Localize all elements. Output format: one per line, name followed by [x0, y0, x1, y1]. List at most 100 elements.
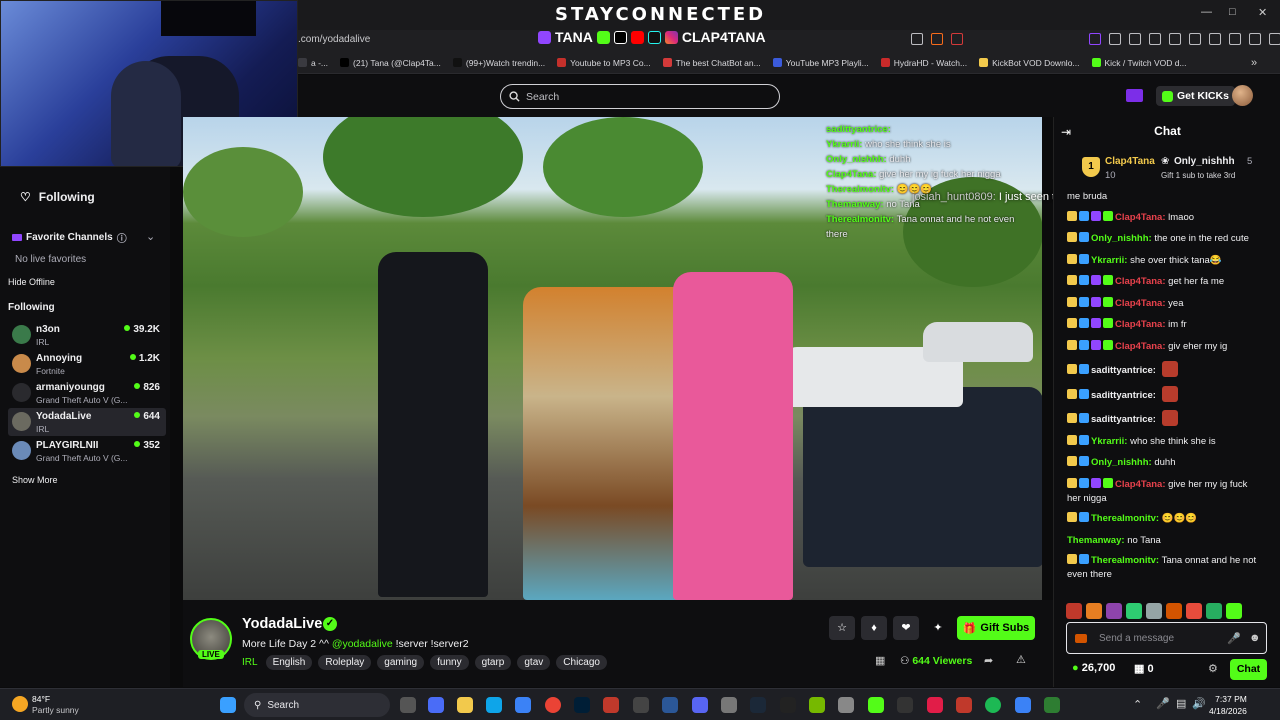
chat-username[interactable]: Clap4Tana:: [1115, 276, 1166, 287]
chevron-down-icon[interactable]: ⌄: [146, 230, 155, 243]
send-chat-button[interactable]: Chat: [1230, 659, 1267, 680]
vpn-icon[interactable]: [1249, 33, 1261, 45]
chat-username[interactable]: sadittyantrice:: [1091, 365, 1156, 376]
app-icon[interactable]: [515, 697, 531, 713]
rewards-icon[interactable]: [951, 33, 963, 45]
app-icon[interactable]: [897, 697, 913, 713]
streamer-name[interactable]: YodadaLive: [242, 616, 322, 632]
sidebar-channel-playgirlnii[interactable]: PLAYGIRLNII Grand Theft Auto V (G... 352: [8, 437, 166, 465]
menu-icon[interactable]: [1269, 33, 1280, 45]
user-avatar[interactable]: [1232, 85, 1253, 106]
mic-icon[interactable]: 🎤: [1156, 697, 1170, 710]
puzzle-icon[interactable]: [1149, 33, 1161, 45]
emote-icon[interactable]: [1146, 603, 1162, 619]
maximize-icon[interactable]: □: [1229, 6, 1236, 18]
minimize-icon[interactable]: —: [1201, 6, 1212, 18]
capture-icon[interactable]: [1129, 33, 1141, 45]
chat-username[interactable]: Clap4Tana:: [1115, 319, 1166, 330]
emoji-icon[interactable]: ☻: [1249, 632, 1261, 644]
volume-icon[interactable]: 🔊: [1192, 697, 1206, 710]
wallet-icon[interactable]: [1209, 33, 1221, 45]
stream-tag[interactable]: Chicago: [556, 655, 607, 670]
stream-tag[interactable]: gaming: [377, 655, 425, 670]
emote-icon[interactable]: [1066, 603, 1082, 619]
stream-tag[interactable]: gtarp: [474, 655, 512, 670]
chat-username[interactable]: Clap4Tana:: [1115, 341, 1166, 352]
bookmark-item[interactable]: (99+)Watch trendin...: [452, 58, 545, 68]
explorer-icon[interactable]: [457, 697, 473, 713]
app-icon[interactable]: [1044, 697, 1060, 713]
url-text[interactable]: .com/yodadalive: [298, 34, 370, 45]
chat-message-input[interactable]: [1087, 632, 1207, 644]
gift-cta[interactable]: Gift 1 sub to take 3rd: [1161, 171, 1235, 180]
gift-subs-button[interactable]: 🎁 Gift Subs: [957, 616, 1035, 640]
chat-username[interactable]: Clap4Tana:: [1115, 298, 1166, 309]
notify-button[interactable]: ♦: [861, 616, 887, 640]
task-view-icon[interactable]: [400, 697, 416, 713]
emote-icon[interactable]: [1166, 603, 1182, 619]
stream-tag[interactable]: English: [265, 655, 313, 670]
brave-shield-icon[interactable]: [931, 33, 943, 45]
bookmark-item[interactable]: KickBot VOD Downlo...: [979, 58, 1080, 68]
favorite-button[interactable]: ☆: [829, 616, 855, 640]
network-icon[interactable]: ▤: [1176, 697, 1186, 710]
chat-username[interactable]: sadittyantrice:: [1091, 414, 1156, 425]
following-nav[interactable]: ♡ Following: [20, 190, 95, 204]
chat-username[interactable]: Clap4Tana:: [1115, 479, 1166, 490]
chrome-icon[interactable]: [545, 697, 561, 713]
sidebar-channel-yodadalive[interactable]: YodadaLive IRL 644: [8, 408, 166, 436]
stream-tag[interactable]: funny: [430, 655, 469, 670]
leader-2-name[interactable]: Only_nishhh: [1174, 156, 1235, 167]
emote-icon[interactable]: [1106, 603, 1122, 619]
twitch-ext-icon[interactable]: [1089, 33, 1101, 45]
share-icon[interactable]: [911, 33, 923, 45]
nvidia-icon[interactable]: [809, 697, 825, 713]
channel-points[interactable]: ● 26,700: [1072, 662, 1115, 674]
bookmark-item[interactable]: a -...: [298, 58, 328, 68]
more-bookmarks-icon[interactable]: »: [1251, 57, 1257, 69]
chat-username[interactable]: Only_nishhh:: [1091, 233, 1152, 244]
sidebar-channel-armaniyoungg[interactable]: armaniyoungg Grand Theft Auto V (G... 826: [8, 379, 166, 407]
kick-icon[interactable]: [868, 697, 884, 713]
chat-username[interactable]: Ykrarrii:: [1091, 436, 1127, 447]
edge-icon[interactable]: [486, 697, 502, 713]
stream-tag[interactable]: gtav: [517, 655, 551, 670]
mic-icon[interactable]: 🎤: [1227, 632, 1241, 645]
app-icon[interactable]: [662, 697, 678, 713]
chevron-up-icon[interactable]: ⌃: [1133, 698, 1142, 711]
secondary-points[interactable]: ▦ 0: [1134, 662, 1154, 675]
video-player[interactable]: sadittyantrice: Ykrarrii: who she think …: [183, 117, 1042, 600]
chat-settings-icon[interactable]: ⚙: [1208, 662, 1218, 675]
media-icon[interactable]: [1169, 33, 1181, 45]
search-input[interactable]: Search: [526, 91, 559, 103]
report-icon[interactable]: ⚠: [1016, 653, 1026, 666]
copilot-icon[interactable]: [428, 697, 444, 713]
opera-icon[interactable]: [927, 697, 943, 713]
stream-tag[interactable]: Roleplay: [318, 655, 372, 670]
leader-1-name[interactable]: Clap4Tana: [1105, 156, 1155, 167]
extension-icon[interactable]: [1109, 33, 1121, 45]
chat-username[interactable]: Ykrarrii:: [1091, 255, 1127, 266]
sidebar-icon[interactable]: [1189, 33, 1201, 45]
hide-offline-link[interactable]: Hide Offline: [8, 277, 55, 287]
app-icon[interactable]: [721, 697, 737, 713]
emote-icon[interactable]: [1206, 603, 1222, 619]
epic-icon[interactable]: [780, 697, 796, 713]
show-more-link[interactable]: Show More: [12, 475, 58, 485]
stream-mention[interactable]: @yodadalive: [332, 638, 393, 650]
collapse-chat-icon[interactable]: ⇥: [1061, 125, 1071, 139]
emote-icon[interactable]: [1126, 603, 1142, 619]
bookmark-item[interactable]: The best ChatBot an...: [662, 58, 761, 68]
spotify-icon[interactable]: [985, 697, 1001, 713]
sidebar-channel-annoying[interactable]: Annoying Fortnite 1.2K: [8, 350, 166, 378]
kick-badge-icon[interactable]: [1126, 89, 1143, 102]
search-bar[interactable]: Search: [500, 84, 780, 109]
chat-username[interactable]: Therealmonitv:: [1091, 555, 1159, 566]
app-icon[interactable]: [1015, 697, 1031, 713]
bookmark-item[interactable]: HydraHD - Watch...: [880, 58, 967, 68]
chat-username[interactable]: Themanway:: [1067, 535, 1125, 546]
photoshop-icon[interactable]: [574, 697, 590, 713]
emote-icon[interactable]: [1186, 603, 1202, 619]
grid-icon[interactable]: ▦: [875, 654, 885, 667]
chat-username[interactable]: Only_nishhh:: [1091, 457, 1152, 468]
